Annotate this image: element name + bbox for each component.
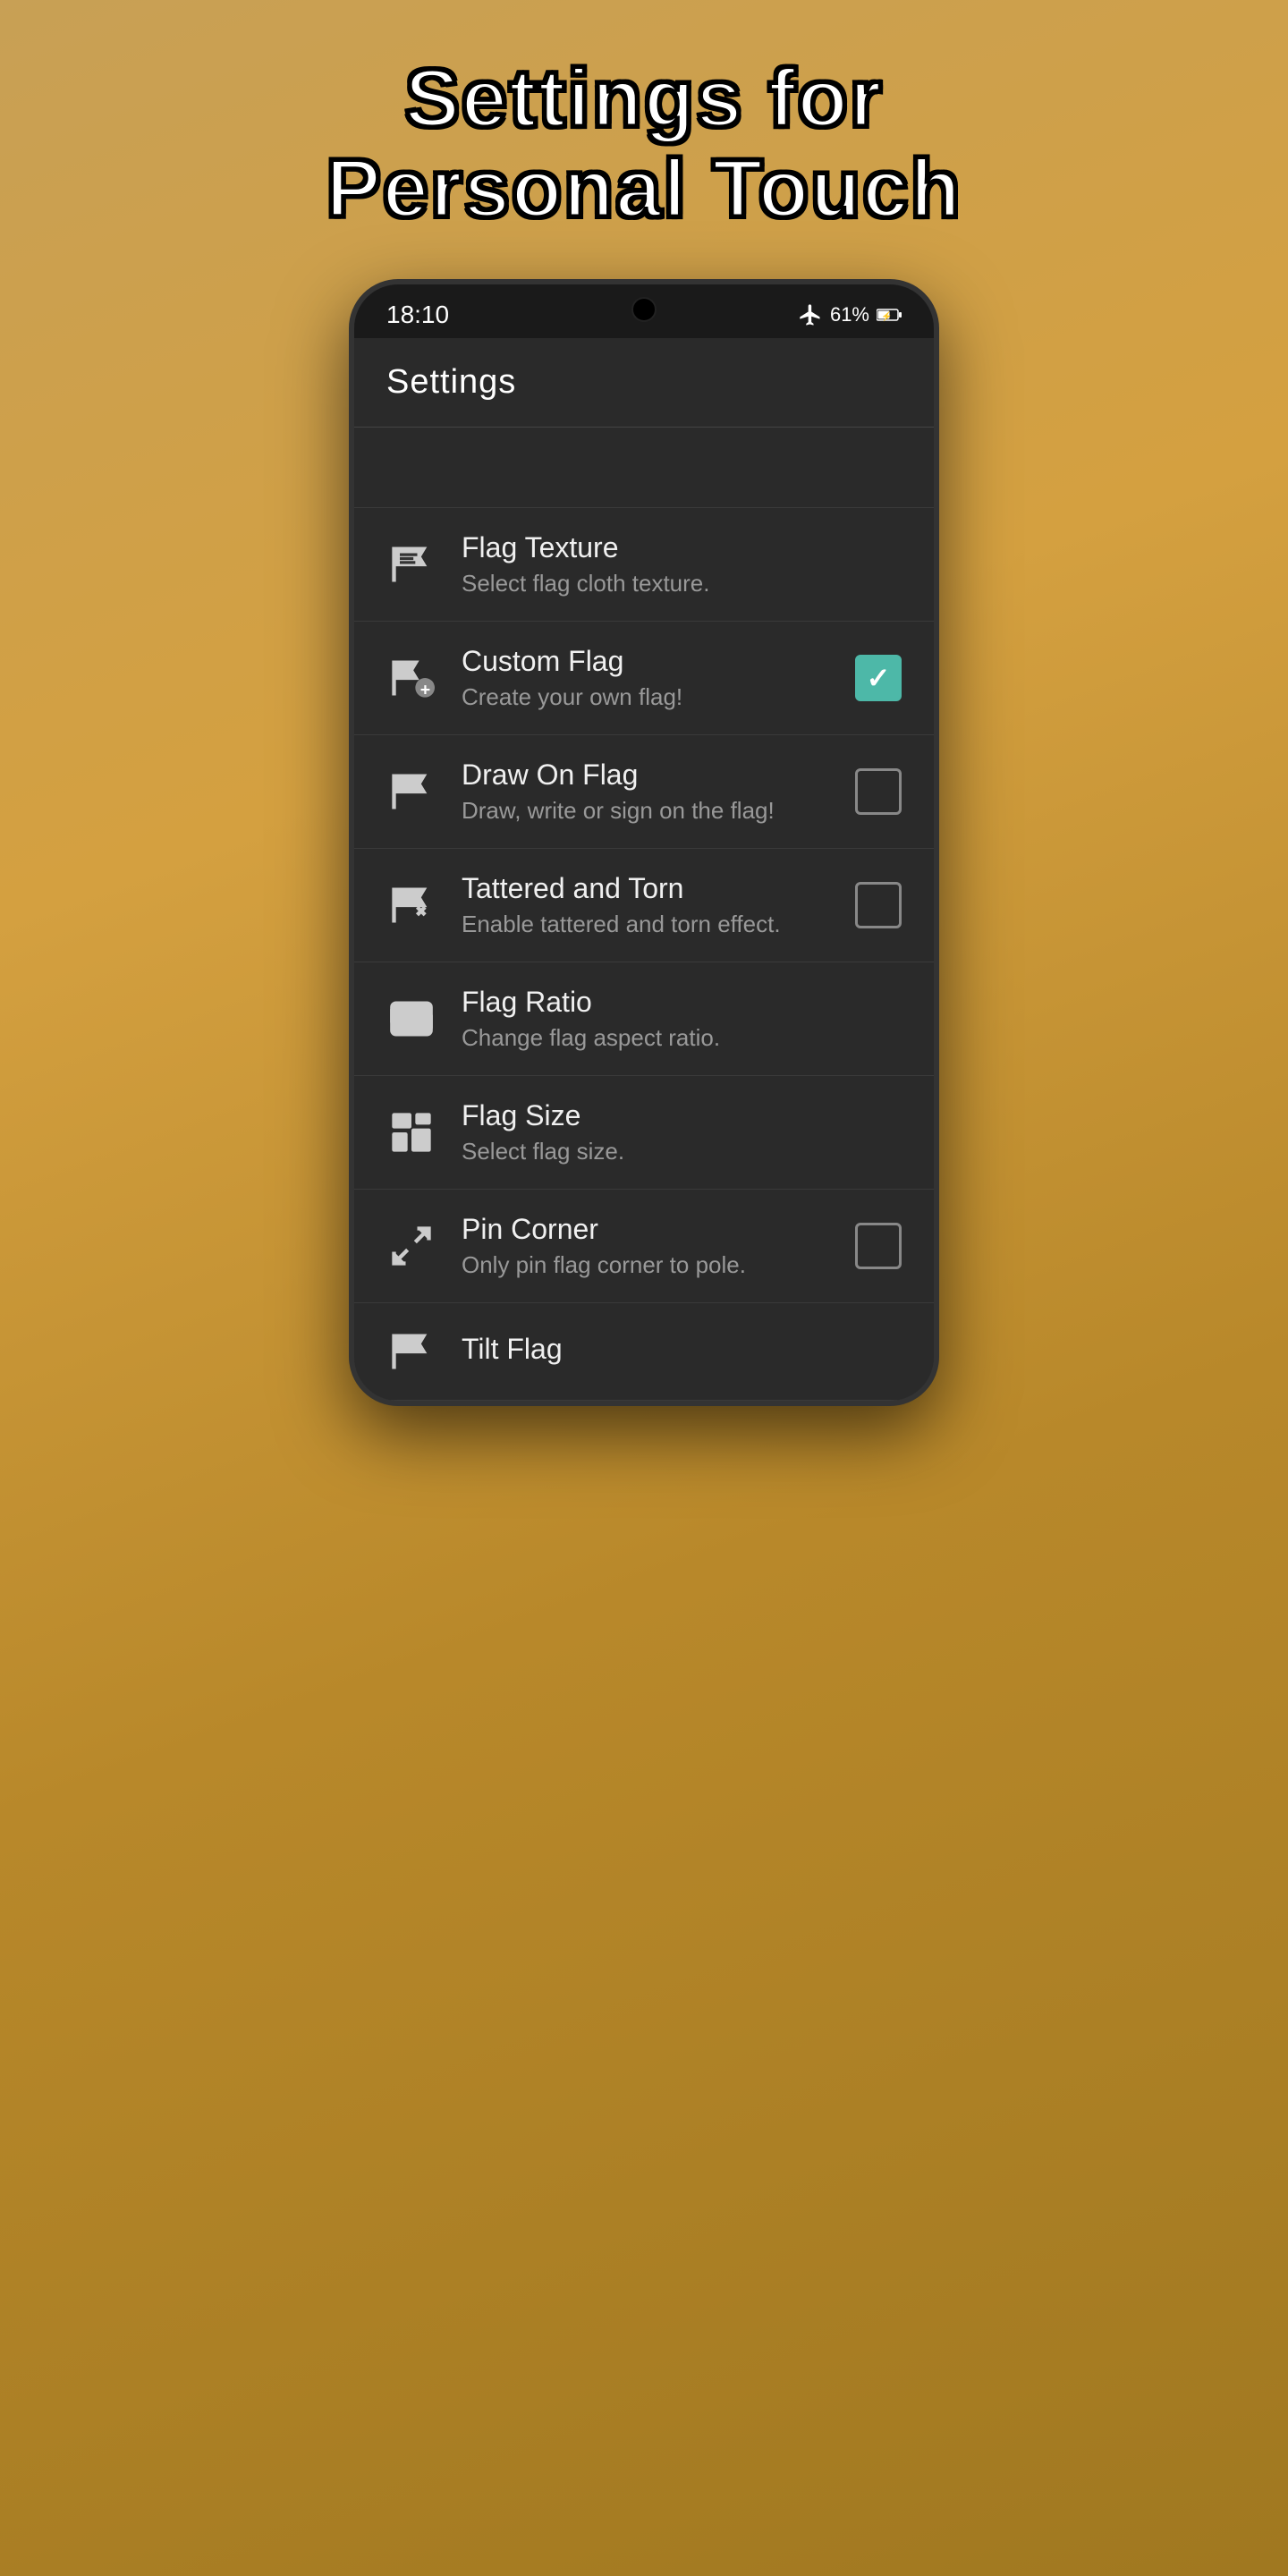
flag-x-icon [386, 880, 436, 930]
tilt-flag-icon [386, 1326, 436, 1377]
status-icons: 61% ⚡ [798, 302, 902, 327]
camera-notch [631, 297, 657, 322]
app-bar-title: Settings [386, 363, 902, 402]
battery-icon: ⚡ [877, 308, 902, 322]
phone-frame: 18:10 61% ⚡ Settings [349, 279, 939, 1406]
pin-corner-subtitle: Only pin flag corner to pole. [462, 1251, 830, 1279]
pin-corner-checkbox[interactable] [855, 1223, 902, 1269]
svg-text:+: + [420, 681, 430, 700]
flag-size-title: Flag Size [462, 1099, 902, 1132]
settings-item-tilt-flag[interactable]: Tilt Flag [354, 1303, 934, 1401]
page-title: Settings for Personal Touch [254, 0, 1033, 279]
aspect-ratio-icon [386, 994, 436, 1044]
draw-on-flag-title: Draw On Flag [462, 758, 830, 792]
tattered-torn-checkbox[interactable] [855, 882, 902, 928]
flag-texture-subtitle: Select flag cloth texture. [462, 570, 902, 597]
flag-texture-text: Flag Texture Select flag cloth texture. [462, 531, 902, 597]
tattered-torn-title: Tattered and Torn [462, 872, 830, 905]
flag-ratio-text: Flag Ratio Change flag aspect ratio. [462, 986, 902, 1052]
settings-list: Flag Texture Select flag cloth texture. … [354, 508, 934, 1401]
draw-on-flag-subtitle: Draw, write or sign on the flag! [462, 797, 830, 825]
flag-texture-icon [386, 539, 436, 589]
custom-flag-checkbox[interactable] [855, 655, 902, 701]
flag-plus-icon: + [386, 653, 436, 703]
tilt-flag-title: Tilt Flag [462, 1333, 902, 1366]
tattered-torn-subtitle: Enable tattered and torn effect. [462, 911, 830, 938]
pin-corner-text: Pin Corner Only pin flag corner to pole. [462, 1213, 830, 1279]
airplane-icon [798, 302, 823, 327]
flag-texture-title: Flag Texture [462, 531, 902, 564]
battery-text: 61% [830, 303, 869, 326]
flag-ratio-title: Flag Ratio [462, 986, 902, 1019]
settings-item-pin-corner[interactable]: Pin Corner Only pin flag corner to pole. [354, 1190, 934, 1303]
pin-corner-title: Pin Corner [462, 1213, 830, 1246]
tattered-torn-text: Tattered and Torn Enable tattered and to… [462, 872, 830, 938]
settings-item-draw-on-flag[interactable]: Draw On Flag Draw, write or sign on the … [354, 735, 934, 849]
settings-item-flag-texture[interactable]: Flag Texture Select flag cloth texture. [354, 508, 934, 622]
custom-flag-text: Custom Flag Create your own flag! [462, 645, 830, 711]
flag-size-subtitle: Select flag size. [462, 1138, 902, 1165]
custom-flag-subtitle: Create your own flag! [462, 683, 830, 711]
flag-wave-icon [386, 767, 436, 817]
expand-icon [386, 1221, 436, 1271]
settings-item-custom-flag[interactable]: + Custom Flag Create your own flag! [354, 622, 934, 735]
custom-flag-title: Custom Flag [462, 645, 830, 678]
settings-item-tattered-torn[interactable]: Tattered and Torn Enable tattered and to… [354, 849, 934, 962]
draw-on-flag-text: Draw On Flag Draw, write or sign on the … [462, 758, 830, 825]
tilt-flag-text: Tilt Flag [462, 1333, 902, 1371]
draw-on-flag-checkbox[interactable] [855, 768, 902, 815]
status-bar: 18:10 61% ⚡ [354, 284, 934, 338]
app-bar: Settings [354, 338, 934, 428]
settings-item-flag-size[interactable]: Flag Size Select flag size. [354, 1076, 934, 1190]
svg-text:⚡: ⚡ [881, 310, 892, 322]
flag-ratio-subtitle: Change flag aspect ratio. [462, 1024, 902, 1052]
flag-size-text: Flag Size Select flag size. [462, 1099, 902, 1165]
flag-size-icon [386, 1107, 436, 1157]
status-time: 18:10 [386, 301, 449, 329]
settings-empty-section [354, 428, 934, 508]
settings-item-flag-ratio[interactable]: Flag Ratio Change flag aspect ratio. [354, 962, 934, 1076]
